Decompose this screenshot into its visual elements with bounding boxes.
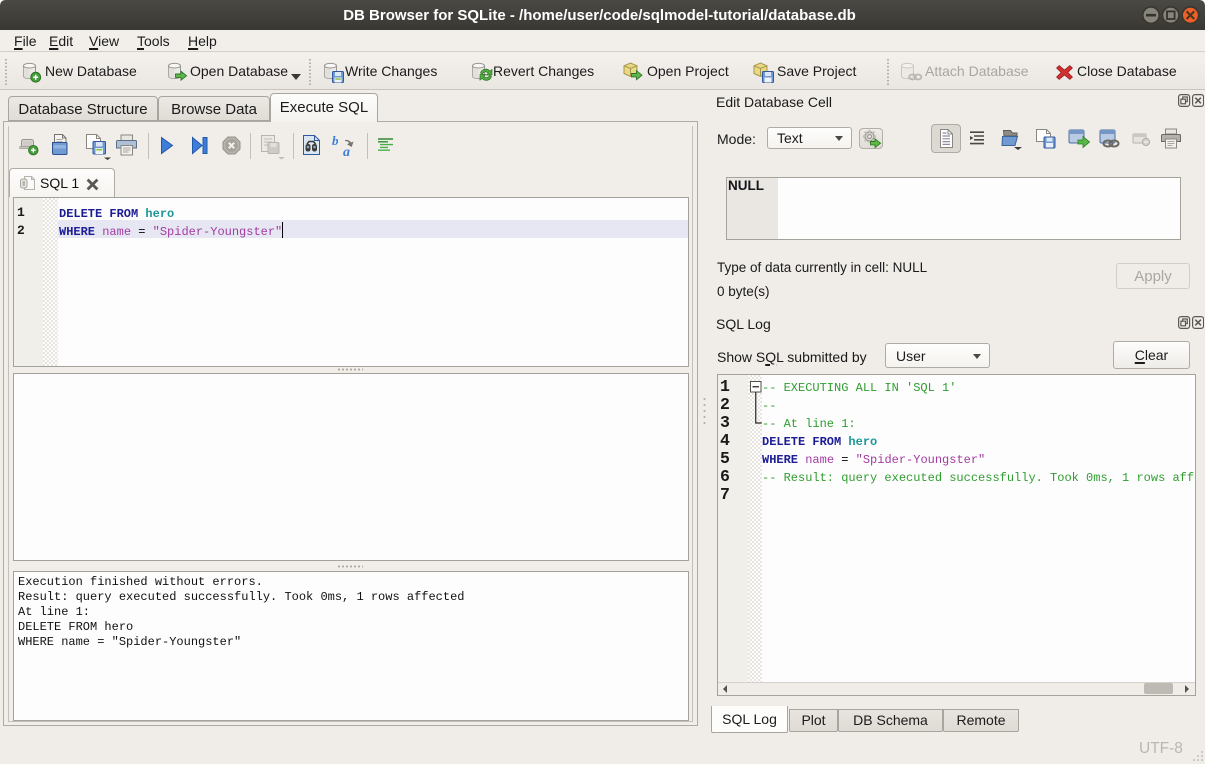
svg-text:a: a: [343, 145, 350, 157]
svg-text:b: b: [332, 134, 339, 148]
